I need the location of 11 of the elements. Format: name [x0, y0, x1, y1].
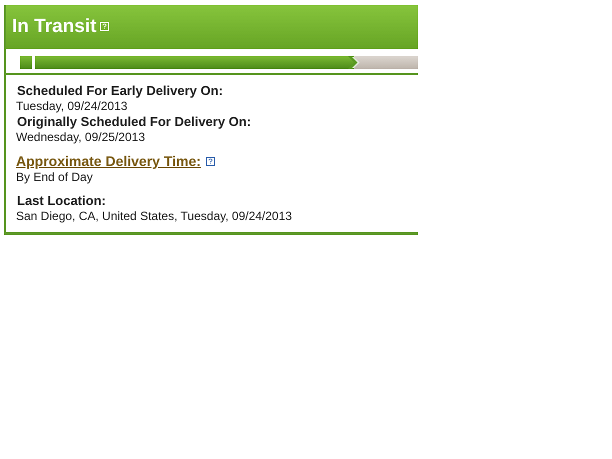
- field-value: San Diego, CA, United States, Tuesday, 09/24/2013: [16, 208, 293, 224]
- field-label: Last Location:: [16, 193, 107, 208]
- field-value: By End of Day: [16, 169, 94, 185]
- delivery-time-link[interactable]: Approximate Delivery Time:: [16, 153, 201, 169]
- chevron-icon: [348, 56, 362, 69]
- help-icon[interactable]: [206, 156, 215, 166]
- field-label: Scheduled For Early Delivery On:: [16, 83, 224, 98]
- field-label: Originally Scheduled For Delivery On:: [16, 114, 252, 129]
- field-value: Tuesday, 09/24/2013: [16, 98, 128, 114]
- status-title: In Transit: [12, 16, 96, 38]
- field-value: Wednesday, 09/25/2013: [16, 129, 146, 145]
